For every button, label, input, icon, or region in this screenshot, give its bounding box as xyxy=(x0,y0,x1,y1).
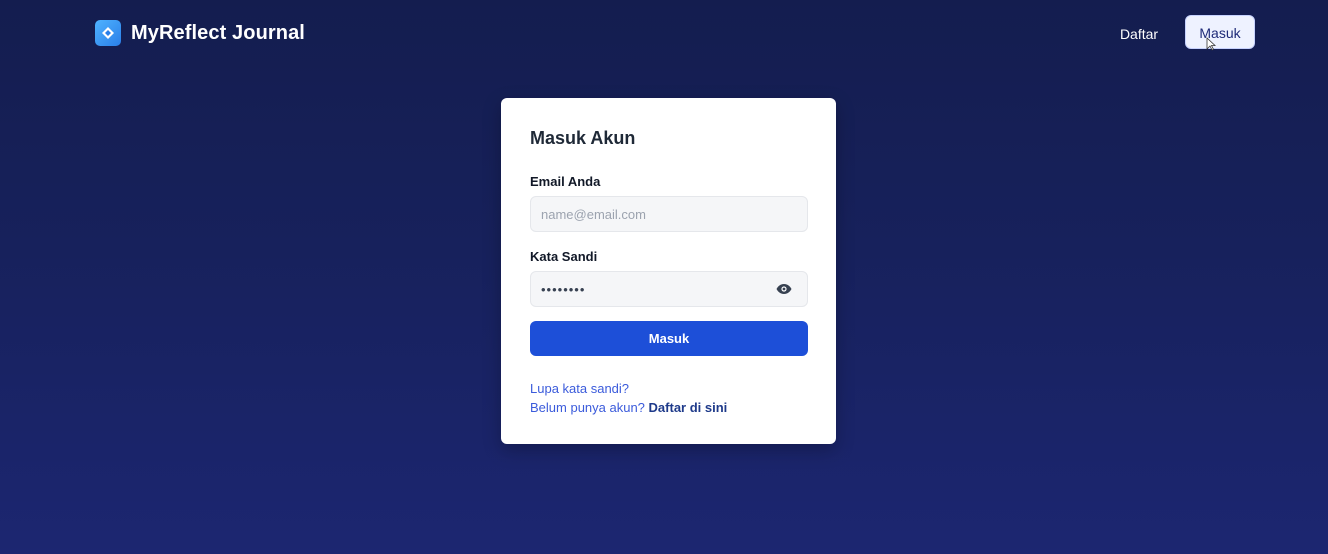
login-submit-button[interactable]: Masuk xyxy=(530,321,808,356)
brand[interactable]: MyReflect Journal xyxy=(95,20,305,46)
email-field[interactable] xyxy=(530,196,808,232)
register-link[interactable]: Daftar di sini xyxy=(649,400,728,415)
top-navbar: MyReflect Journal Daftar Masuk xyxy=(0,0,1328,68)
login-title: Masuk Akun xyxy=(530,128,636,148)
password-field[interactable] xyxy=(530,271,808,307)
diamond-logo-icon xyxy=(95,20,121,46)
password-label: Kata Sandi xyxy=(530,249,598,264)
register-prompt: Belum punya akun? Daftar di sini xyxy=(530,400,727,415)
email-label: Email Anda xyxy=(530,174,601,189)
eye-icon[interactable] xyxy=(775,281,793,297)
nav-register-link[interactable]: Daftar xyxy=(1108,22,1170,46)
mouse-cursor-icon xyxy=(1206,37,1216,51)
nav-login-button[interactable]: Masuk xyxy=(1185,15,1255,49)
login-card: Masuk Akun Email Anda Kata Sandi Masuk L… xyxy=(501,98,836,444)
forgot-password-link[interactable]: Lupa kata sandi? xyxy=(530,381,629,396)
register-prompt-text: Belum punya akun? xyxy=(530,400,645,415)
brand-name: MyReflect Journal xyxy=(131,21,305,44)
